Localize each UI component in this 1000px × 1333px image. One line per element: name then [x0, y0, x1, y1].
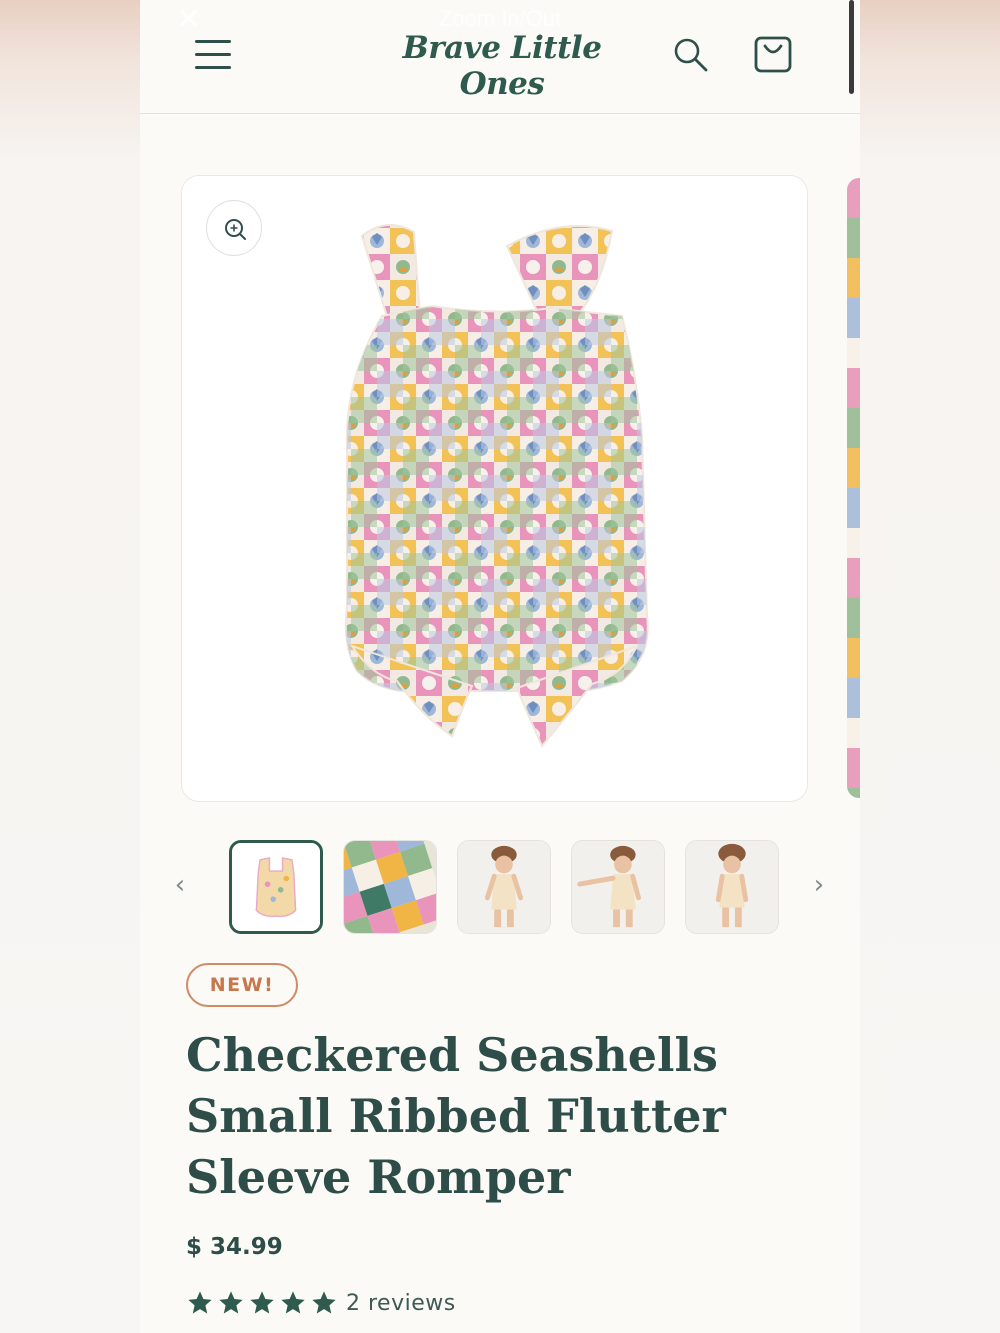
star-icon	[219, 1291, 243, 1314]
product-price: $ 34.99	[186, 1234, 283, 1260]
next-image-peek[interactable]	[847, 178, 860, 798]
reviews-link[interactable]: 2 reviews	[346, 1291, 456, 1316]
search-icon[interactable]	[672, 36, 710, 74]
star-icon	[312, 1291, 336, 1314]
thumbnail-5[interactable]	[685, 840, 779, 934]
model-thumbnail-icon	[458, 841, 550, 933]
product-title: Checkered Seashells Small Ribbed Flutter…	[186, 1028, 726, 1204]
fabric-thumbnail-icon	[344, 841, 436, 933]
shopping-bag-icon[interactable]	[753, 34, 793, 74]
romper-thumbnail-icon	[232, 843, 320, 931]
romper-illustration	[344, 224, 649, 748]
scrollbar[interactable]	[849, 0, 854, 94]
star-icon	[281, 1291, 305, 1314]
main-product-image[interactable]	[181, 175, 808, 802]
star-icon	[250, 1291, 274, 1314]
star-rating	[186, 1289, 338, 1317]
mobile-viewport: Brave Little Ones ✕ Zoom In/Out ‹ › NEW!…	[140, 0, 860, 1333]
hamburger-menu-icon[interactable]	[195, 38, 231, 70]
thumbnail-prev-button[interactable]: ‹	[168, 870, 192, 904]
thumbnail-3[interactable]	[457, 840, 551, 934]
thumbnail-1[interactable]	[229, 840, 323, 934]
thumbnail-next-button[interactable]: ›	[807, 870, 831, 904]
model-thumbnail-icon	[686, 841, 778, 933]
new-badge: NEW!	[186, 963, 298, 1007]
star-icon	[188, 1291, 212, 1314]
product-rating[interactable]: 2 reviews	[186, 1287, 456, 1319]
zoom-hint: Zoom In/Out	[438, 6, 562, 31]
thumbnail-2[interactable]	[343, 840, 437, 934]
thumbnail-4[interactable]	[571, 840, 665, 934]
model-thumbnail-icon	[572, 841, 664, 933]
site-logo[interactable]: Brave Little Ones	[362, 30, 642, 102]
